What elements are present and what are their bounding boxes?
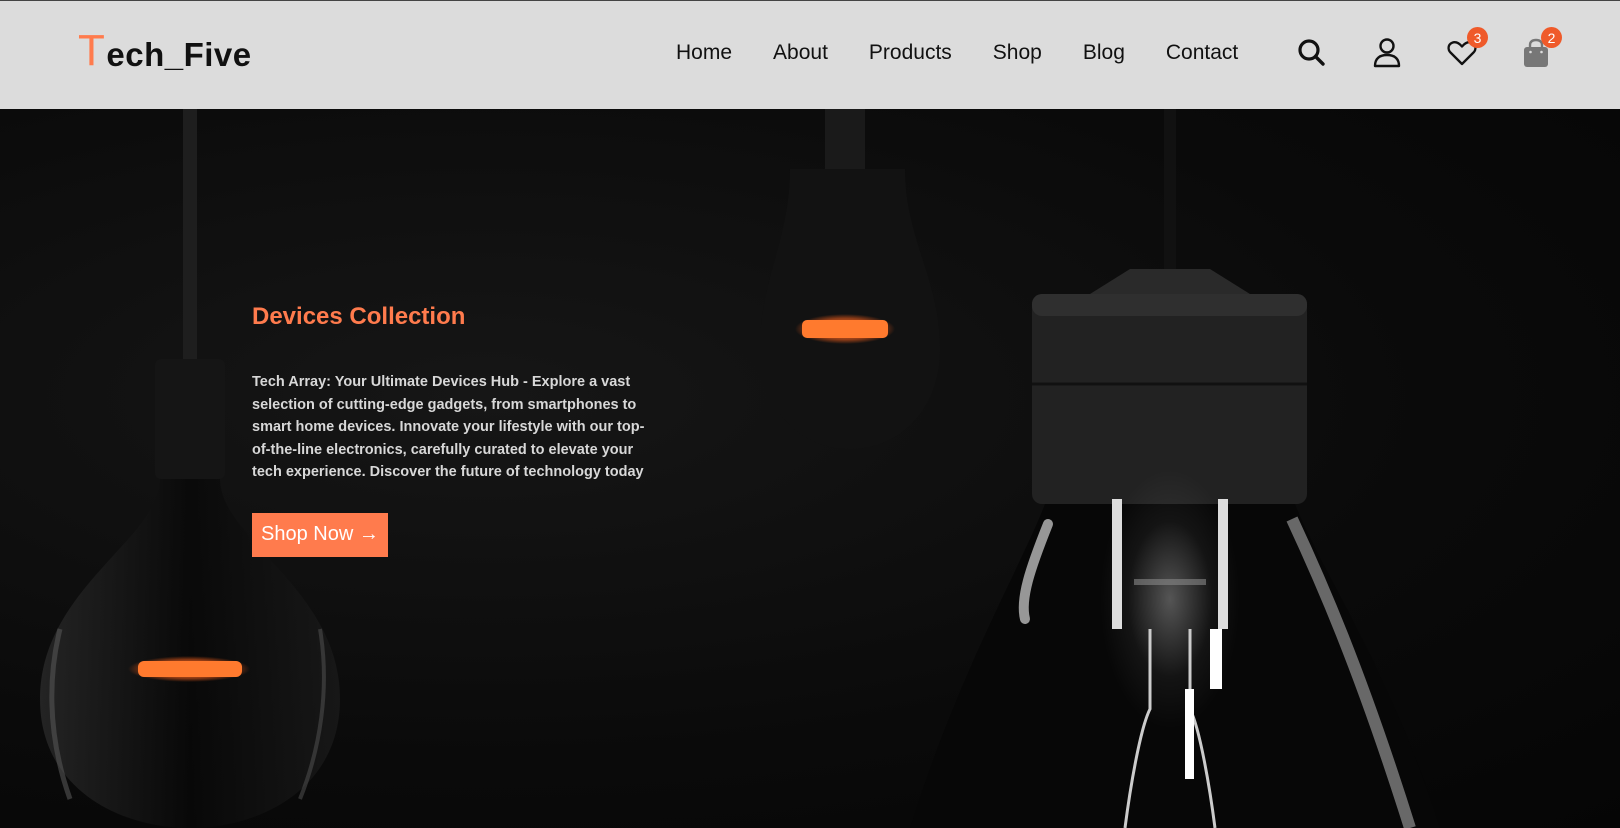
cart-button[interactable]: 2: [1518, 27, 1562, 71]
header-icons: 3 2: [0, 27, 1620, 75]
search-button[interactable]: [1294, 35, 1330, 71]
hanging-light-bulbs-image: [40, 109, 1440, 828]
cart-count-badge: 2: [1541, 27, 1562, 48]
wishlist-count-badge: 3: [1467, 27, 1488, 48]
hero-title: Devices Collection: [252, 303, 466, 330]
wishlist-button[interactable]: 3: [1444, 27, 1488, 71]
hero-content: Devices Collection Tech Array: Your Ulti…: [252, 303, 662, 557]
account-button[interactable]: [1369, 35, 1405, 71]
shop-now-button[interactable]: Shop Now →: [252, 512, 388, 557]
search-icon: [1298, 39, 1325, 66]
user-icon: [1373, 38, 1401, 68]
site-header: T ech_Five Home About Products Shop Blog…: [0, 1, 1620, 109]
hero-section: Devices Collection Tech Array: Your Ulti…: [0, 109, 1620, 828]
hero-description: Tech Array: Your Ultimate Devices Hub - …: [252, 374, 645, 480]
